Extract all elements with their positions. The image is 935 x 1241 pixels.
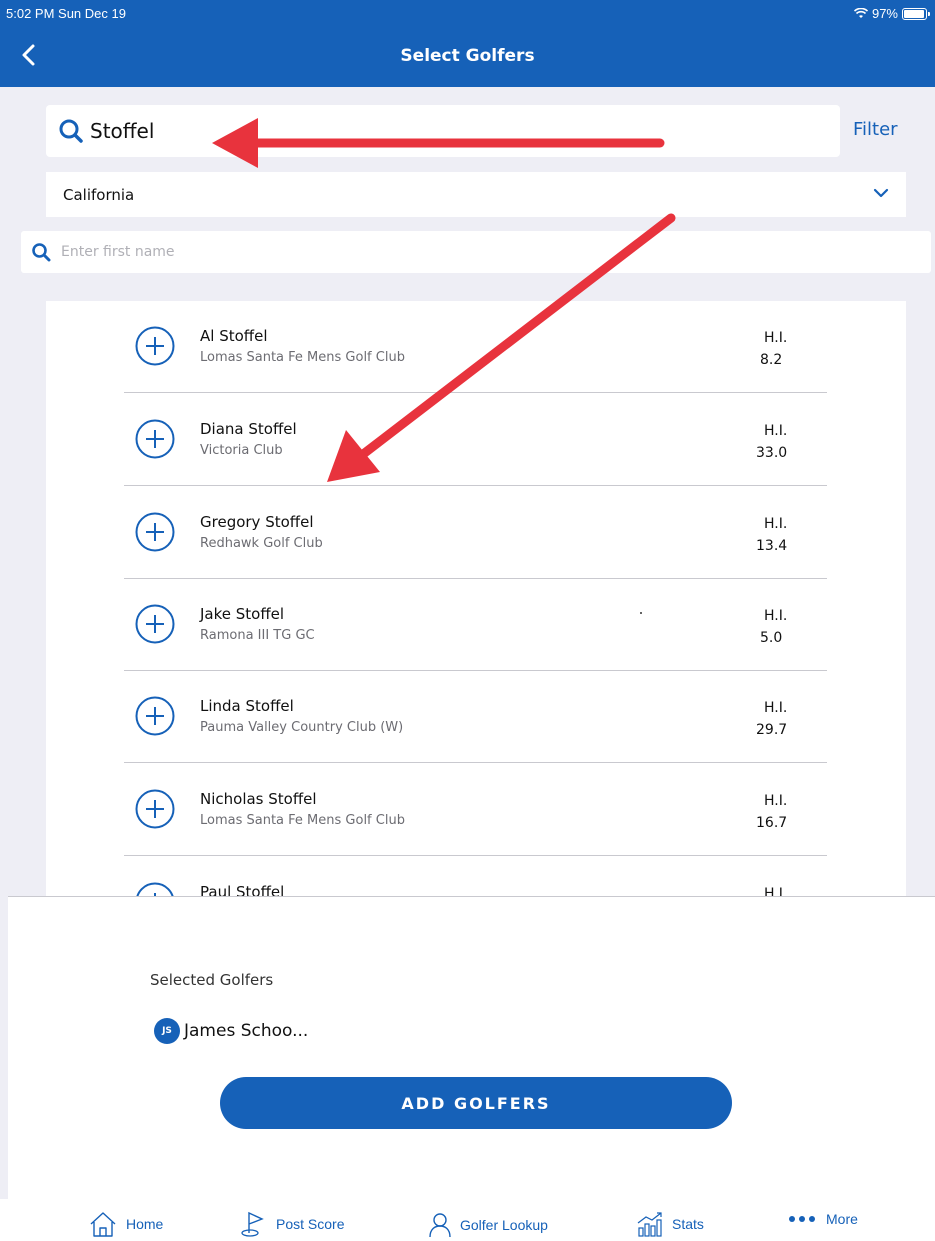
tab-bar: Home Post Score Golfer Lookup Stats More [0,1199,935,1241]
stray-dot [640,612,642,614]
handicap-value: 29.7 [756,722,788,738]
golfer-name: Gregory Stoffel [200,513,314,531]
battery-icon [902,7,930,20]
search-input[interactable] [90,119,790,143]
golfer-club: Pauma Valley Country Club (W) [200,720,404,735]
add-golfers-button[interactable]: ADD GOLFERS [220,1077,732,1129]
tab-label: Post Score [276,1216,345,1232]
status-bar: 5:02 PM Sun Dec 19 97% [6,6,930,22]
golfer-club: Victoria Club [200,443,283,458]
golfer-name: Diana Stoffel [200,420,297,438]
selected-golfer-chip[interactable]: JS James Schoo... [154,1018,308,1044]
add-golfer-icon[interactable] [135,604,175,644]
tab-golfer-lookup[interactable]: Golfer Lookup [428,1211,548,1239]
chevron-down-icon [873,188,889,198]
last-name-search-field[interactable] [46,105,840,157]
avatar: JS [154,1018,180,1044]
golfer-row[interactable]: Al Stoffel Lomas Santa Fe Mens Golf Club… [124,301,827,393]
add-golfer-icon[interactable] [135,326,175,366]
handicap-label: H.I. [764,516,788,532]
tab-label: Stats [672,1216,704,1232]
tab-post-score[interactable]: Post Score [240,1211,344,1237]
golfer-name: Paul Stoffel [200,883,285,897]
handicap-label: H.I. [764,700,788,716]
first-name-search-field[interactable] [21,231,931,273]
golfer-name: Al Stoffel [200,327,268,345]
add-golfer-icon[interactable] [135,789,175,829]
page-title: Select Golfers [400,46,535,66]
golfer-list[interactable]: Al Stoffel Lomas Santa Fe Mens Golf Club… [46,301,906,897]
handicap-value: 33.0 [756,445,788,461]
chart-icon [637,1212,662,1237]
golfer-row[interactable]: Jake Stoffel Ramona III TG GC H.I. 5.0 [124,579,827,671]
handicap-label: H.I. [764,423,788,439]
tab-label: More [826,1211,858,1227]
golfer-row[interactable]: Paul Stoffel H.I. [124,857,827,897]
handicap-label: H.I. [764,608,788,624]
golfer-name: Linda Stoffel [200,697,294,715]
tab-home[interactable]: Home [88,1211,163,1237]
selected-golfer-name: James Schoo... [184,1021,309,1041]
tab-more[interactable]: More [788,1211,858,1227]
search-icon [32,243,51,262]
battery-percent: 97% [871,6,898,21]
tab-label: Golfer Lookup [460,1217,548,1233]
add-golfer-icon[interactable] [135,696,175,736]
add-golfer-icon[interactable] [135,512,175,552]
golfer-row[interactable]: Linda Stoffel Pauma Valley Country Club … [124,671,827,763]
selected-golfers-title: Selected Golfers [150,971,274,989]
handicap-value: 16.7 [756,815,788,831]
filter-button[interactable]: Filter [853,119,898,140]
person-icon [429,1213,451,1238]
add-golfer-icon[interactable] [135,419,175,459]
handicap-label: H.I. [764,330,788,346]
tab-label: Home [126,1216,164,1232]
golfer-name: Jake Stoffel [200,605,285,623]
home-icon [90,1212,116,1237]
golfer-row[interactable]: Diana Stoffel Victoria Club H.I. 33.0 [124,394,827,486]
golfer-club: Lomas Santa Fe Mens Golf Club [200,350,405,365]
handicap-value: 8.2 [760,352,783,368]
more-dots-icon [789,1216,815,1222]
status-indicators: 97% [853,6,930,21]
status-time: 5:02 PM Sun Dec 19 [6,6,126,21]
handicap-value: 13.4 [756,538,788,554]
tab-stats[interactable]: Stats [636,1211,704,1237]
golfer-club: Ramona III TG GC [200,628,315,643]
golfer-name: Nicholas Stoffel [200,790,317,808]
state-select-value: California [63,185,135,204]
add-golfer-icon[interactable] [135,882,175,897]
app-header: 5:02 PM Sun Dec 19 97% Select Golfers [0,0,935,87]
state-select[interactable]: California [46,172,906,217]
selected-golfers-panel: Selected Golfers JS James Schoo... ADD G… [8,896,935,1199]
golfer-club: Redhawk Golf Club [200,536,323,551]
golfer-club: Lomas Santa Fe Mens Golf Club [200,813,405,828]
handicap-value: 5.0 [760,630,783,646]
handicap-label: H.I. [764,793,788,809]
golfer-row[interactable]: Nicholas Stoffel Lomas Santa Fe Mens Gol… [124,764,827,856]
wifi-icon [853,8,868,18]
golf-flag-icon [241,1211,264,1237]
golfer-row[interactable]: Gregory Stoffel Redhawk Golf Club H.I. 1… [124,487,827,579]
search-icon [59,119,83,143]
first-name-input[interactable] [61,244,861,260]
